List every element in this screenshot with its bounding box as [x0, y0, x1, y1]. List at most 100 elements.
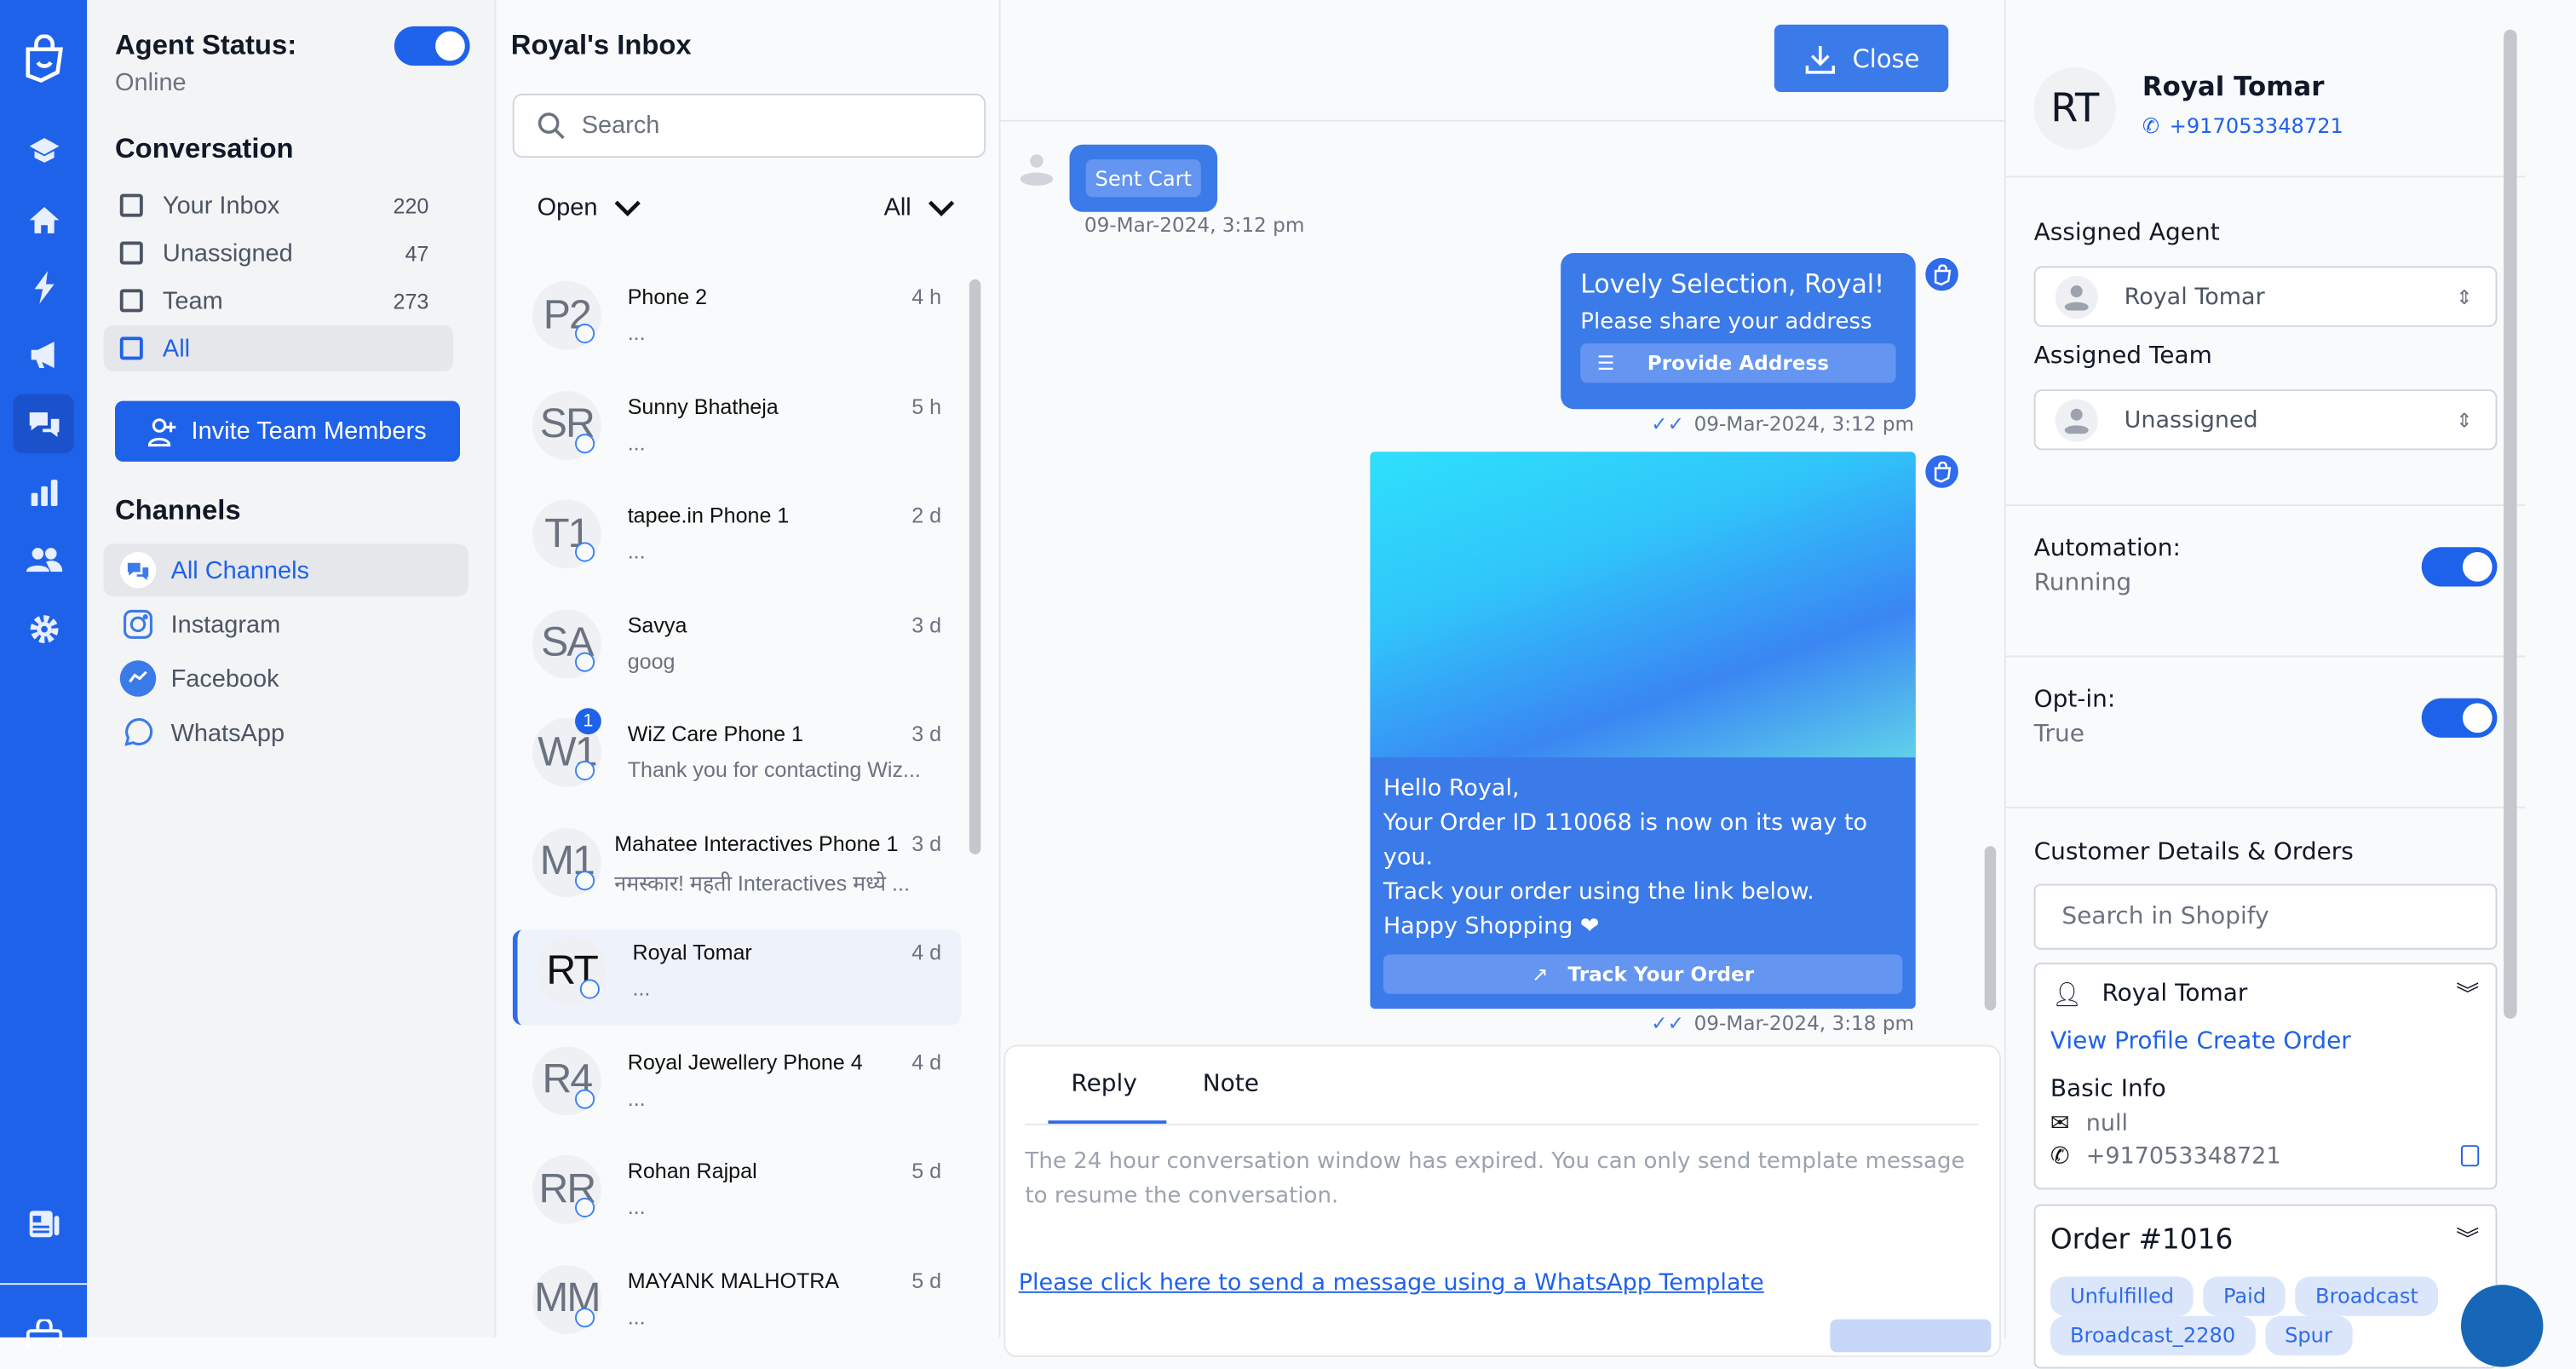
conversation-row[interactable]: RT Royal Tomar 4 d ... — [512, 929, 962, 1026]
automation-toggle[interactable] — [2421, 547, 2498, 587]
agent-status-label: Agent Status: — [114, 29, 297, 61]
basic-info-title: Basic Info — [2050, 1076, 2166, 1103]
conversation-row[interactable]: W1 1 WiZ Care Phone 1 3 d Thank you for … — [513, 708, 961, 807]
channel-label: Facebook — [170, 664, 279, 693]
send-button[interactable] — [1830, 1319, 1992, 1353]
chevrons-down-icon[interactable]: ︾ — [2456, 977, 2479, 1010]
panel-scrollbar[interactable] — [2504, 29, 2517, 1019]
track-order-button[interactable]: ↗ Track Your Order — [1383, 954, 1903, 994]
channel-all-channels[interactable]: All Channels — [103, 544, 469, 597]
chart-icon[interactable] — [21, 470, 67, 516]
customer-name-row: 👤︎ Royal Tomar — [2052, 981, 2248, 1009]
conversation-row[interactable]: P2 Phone 2 4 h ... — [513, 274, 961, 370]
agent-status-value: Online — [114, 68, 187, 97]
create-order-link[interactable]: Create Order — [2196, 1028, 2350, 1055]
row-name: Savya — [627, 612, 687, 637]
conversation-row[interactable]: T1 tapee.in Phone 1 2 d ... — [513, 493, 961, 589]
optin-label: Opt-in: — [2033, 687, 2116, 713]
messenger-icon — [119, 660, 157, 697]
copy-icon[interactable] — [2460, 1145, 2480, 1167]
whatsapp-icon — [574, 651, 595, 671]
optin-toggle[interactable] — [2421, 698, 2498, 738]
row-time: 3 d — [911, 830, 942, 855]
row-name: Royal Jewellery Phone 4 — [627, 1049, 863, 1074]
conv-item-unassigned[interactable]: Unassigned 47 — [103, 230, 453, 276]
double-check-icon: ✓✓ — [1651, 412, 1684, 436]
view-profile-link[interactable]: View Profile — [2050, 1028, 2188, 1055]
tab-note[interactable]: Note — [1203, 1071, 1259, 1097]
logo-bag-icon[interactable] — [21, 34, 67, 83]
newspaper-icon[interactable] — [21, 1201, 67, 1247]
assigned-team-label: Assigned Team — [2033, 343, 2212, 370]
contact-phone[interactable]: ✆ +917053348721 — [2142, 113, 2343, 138]
channel-whatsapp[interactable]: WhatsApp — [103, 706, 468, 759]
email-value: null — [2085, 1110, 2129, 1137]
conv-item-label: Unassigned — [162, 239, 293, 267]
chat-panel: Close Sent Cart 09-Mar-2024, 3:12 pm Lov… — [1000, 0, 2004, 1357]
assignment-section: Assigned Agent Royal Tomar ⇕ Assigned Tea… — [2005, 177, 2526, 506]
chevron-down-icon — [928, 199, 954, 216]
chat-icon[interactable] — [13, 394, 74, 454]
gear-icon[interactable] — [21, 607, 67, 653]
conversation-row[interactable]: R4 Royal Jewellery Phone 4 4 d ... — [513, 1039, 961, 1135]
order-tag: Paid — [2203, 1276, 2286, 1316]
learn-icon[interactable] — [21, 128, 67, 174]
bolt-icon[interactable] — [21, 264, 67, 310]
provide-address-button[interactable]: ☰ Provide Address — [1580, 343, 1896, 383]
close-conversation-button[interactable]: Close — [1774, 24, 1949, 92]
agent-status-toggle[interactable] — [394, 26, 470, 66]
select-value: Unassigned — [2124, 406, 2258, 434]
optin-section: Opt-in: True — [2005, 657, 2526, 808]
channel-instagram[interactable]: Instagram — [103, 598, 468, 651]
search-input[interactable]: Search — [512, 93, 986, 158]
status-filter-dropdown[interactable]: Open — [538, 194, 641, 221]
message-timestamp: 09-Mar-2024, 3:12 pm — [1693, 412, 1915, 436]
sent-cart-button[interactable]: Sent Cart — [1084, 159, 1202, 198]
whatsapp-icon — [574, 542, 595, 562]
tab-reply[interactable]: Reply — [1071, 1071, 1136, 1097]
nav-divider — [0, 1283, 88, 1286]
conversation-row[interactable]: SR Sunny Bhatheja 5 h ... — [513, 383, 961, 479]
chat-widget-button[interactable] — [2460, 1285, 2544, 1367]
user-icon: 👤︎ — [2051, 982, 2083, 1009]
conversation-row[interactable]: M1 Mahatee Interactives Phone 1 3 d नमस्… — [513, 820, 961, 916]
message-line: Your Order ID 110068 is now on its way t… — [1383, 809, 1868, 871]
conversation-row[interactable]: RR Rohan Rajpal 5 d ... — [513, 1148, 961, 1244]
users-icon[interactable] — [21, 538, 67, 584]
nav-rail — [0, 0, 88, 1349]
channel-facebook[interactable]: Facebook — [103, 653, 468, 705]
assigned-team-select[interactable]: Unassigned ⇕ — [2033, 389, 2498, 451]
email-row: ✉ null — [2050, 1111, 2128, 1137]
conv-item-count: 273 — [393, 288, 429, 313]
assigned-agent-label: Assigned Agent — [2033, 220, 2220, 247]
chevron-down-icon — [614, 199, 641, 216]
conv-item-team[interactable]: Team 273 — [103, 278, 453, 324]
customer-name: Royal Tomar — [2102, 981, 2248, 1008]
row-preview: ... — [627, 320, 646, 345]
external-link-icon: ↗ — [1531, 962, 1549, 986]
conversation-row[interactable]: MM MAYANK MALHOTRA 5 d ... — [513, 1257, 961, 1353]
assigned-agent-select[interactable]: Royal Tomar ⇕ — [2033, 266, 2498, 327]
home-icon[interactable] — [21, 197, 67, 243]
chat-scrollbar[interactable] — [1984, 846, 1997, 1011]
button-label: Provide Address — [1647, 351, 1830, 375]
bag-icon[interactable] — [21, 1311, 67, 1357]
row-preview: ... — [627, 538, 646, 564]
list-scrollbar[interactable] — [969, 279, 981, 854]
outgoing-message: Lovely Selection, Royal! Please share yo… — [1561, 252, 1916, 410]
conv-item-all[interactable]: All — [103, 325, 454, 371]
conv-item-your-inbox[interactable]: Your Inbox 220 — [103, 182, 453, 228]
user-avatar-icon — [2055, 398, 2098, 441]
whatsapp-template-link[interactable]: Please click here to send a message usin… — [1019, 1270, 1764, 1297]
type-filter-dropdown[interactable]: All — [884, 194, 954, 221]
shopify-search-input[interactable]: Search in Shopify — [2033, 883, 2498, 950]
message-title: Lovely Selection, Royal! — [1580, 269, 1885, 299]
bot-avatar-icon — [1923, 453, 1960, 490]
megaphone-icon[interactable] — [21, 332, 67, 378]
instagram-icon — [120, 607, 156, 642]
chevrons-down-icon[interactable]: ︾ — [2456, 1222, 2479, 1256]
conversation-row[interactable]: SA Savya 3 d goog — [513, 602, 961, 698]
row-preview: ... — [627, 429, 646, 455]
invite-team-members-button[interactable]: Invite Team Members — [114, 400, 460, 462]
all-channels-icon — [119, 551, 157, 589]
